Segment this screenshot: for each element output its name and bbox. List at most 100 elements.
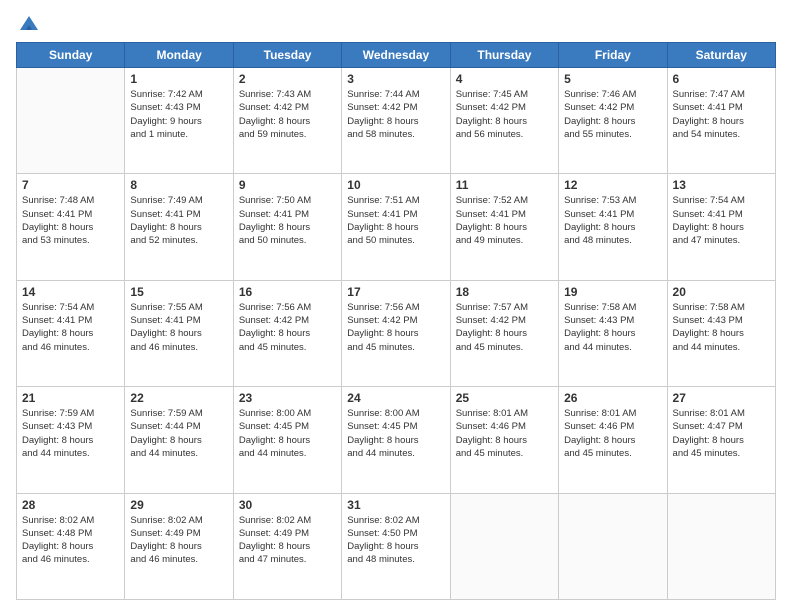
day-number: 21 bbox=[22, 391, 119, 405]
day-info: Sunrise: 8:00 AM Sunset: 4:45 PM Dayligh… bbox=[347, 407, 444, 460]
day-number: 2 bbox=[239, 72, 336, 86]
calendar-cell: 21 Sunrise: 7:59 AM Sunset: 4:43 PM Dayli… bbox=[17, 387, 125, 493]
calendar-table: SundayMondayTuesdayWednesdayThursdayFrid… bbox=[16, 42, 776, 600]
calendar-cell: 23 Sunrise: 8:00 AM Sunset: 4:45 PM Dayli… bbox=[233, 387, 341, 493]
day-info: Sunrise: 7:58 AM Sunset: 4:43 PM Dayligh… bbox=[564, 301, 661, 354]
day-number: 8 bbox=[130, 178, 227, 192]
day-number: 16 bbox=[239, 285, 336, 299]
calendar-week-4: 28 Sunrise: 8:02 AM Sunset: 4:48 PM Dayli… bbox=[17, 493, 776, 599]
calendar-cell: 1 Sunrise: 7:42 AM Sunset: 4:43 PM Daylig… bbox=[125, 68, 233, 174]
day-info: Sunrise: 8:02 AM Sunset: 4:49 PM Dayligh… bbox=[130, 514, 227, 567]
day-number: 25 bbox=[456, 391, 553, 405]
calendar-cell bbox=[17, 68, 125, 174]
day-header-friday: Friday bbox=[559, 43, 667, 68]
calendar-cell: 3Sunrise: 7:44 AM Sunset: 4:42 PM Daylig… bbox=[342, 68, 450, 174]
day-info: Sunrise: 7:51 AM Sunset: 4:41 PM Dayligh… bbox=[347, 194, 444, 247]
day-info: Sunrise: 7:44 AM Sunset: 4:42 PM Dayligh… bbox=[347, 88, 444, 141]
day-info: Sunrise: 7:47 AM Sunset: 4:41 PM Dayligh… bbox=[673, 88, 770, 141]
day-info: Sunrise: 8:01 AM Sunset: 4:46 PM Dayligh… bbox=[564, 407, 661, 460]
day-number: 22 bbox=[130, 391, 227, 405]
day-info: Sunrise: 8:02 AM Sunset: 4:48 PM Dayligh… bbox=[22, 514, 119, 567]
day-info: Sunrise: 7:59 AM Sunset: 4:43 PM Dayligh… bbox=[22, 407, 119, 460]
day-number: 11 bbox=[456, 178, 553, 192]
day-header-sunday: Sunday bbox=[17, 43, 125, 68]
calendar-cell bbox=[450, 493, 558, 599]
day-number: 28 bbox=[22, 498, 119, 512]
day-info: Sunrise: 7:59 AM Sunset: 4:44 PM Dayligh… bbox=[130, 407, 227, 460]
calendar-cell bbox=[667, 493, 775, 599]
day-info: Sunrise: 8:02 AM Sunset: 4:49 PM Dayligh… bbox=[239, 514, 336, 567]
day-info: Sunrise: 7:56 AM Sunset: 4:42 PM Dayligh… bbox=[239, 301, 336, 354]
day-info: Sunrise: 7:42 AM Sunset: 4:43 PM Dayligh… bbox=[130, 88, 227, 141]
day-info: Sunrise: 8:02 AM Sunset: 4:50 PM Dayligh… bbox=[347, 514, 444, 567]
day-info: Sunrise: 7:45 AM Sunset: 4:42 PM Dayligh… bbox=[456, 88, 553, 141]
calendar-week-3: 21 Sunrise: 7:59 AM Sunset: 4:43 PM Dayli… bbox=[17, 387, 776, 493]
calendar-cell: 4 Sunrise: 7:45 AM Sunset: 4:42 PM Daylig… bbox=[450, 68, 558, 174]
calendar-cell: 20Sunrise: 7:58 AM Sunset: 4:43 PM Dayli… bbox=[667, 280, 775, 386]
day-number: 17 bbox=[347, 285, 444, 299]
day-number: 5 bbox=[564, 72, 661, 86]
calendar-week-1: 7Sunrise: 7:48 AM Sunset: 4:41 PM Daylig… bbox=[17, 174, 776, 280]
calendar-header-row: SundayMondayTuesdayWednesdayThursdayFrid… bbox=[17, 43, 776, 68]
day-header-tuesday: Tuesday bbox=[233, 43, 341, 68]
day-number: 4 bbox=[456, 72, 553, 86]
day-info: Sunrise: 7:55 AM Sunset: 4:41 PM Dayligh… bbox=[130, 301, 227, 354]
day-info: Sunrise: 7:46 AM Sunset: 4:42 PM Dayligh… bbox=[564, 88, 661, 141]
calendar-week-2: 14Sunrise: 7:54 AM Sunset: 4:41 PM Dayli… bbox=[17, 280, 776, 386]
day-info: Sunrise: 8:01 AM Sunset: 4:46 PM Dayligh… bbox=[456, 407, 553, 460]
day-info: Sunrise: 7:50 AM Sunset: 4:41 PM Dayligh… bbox=[239, 194, 336, 247]
day-info: Sunrise: 7:52 AM Sunset: 4:41 PM Dayligh… bbox=[456, 194, 553, 247]
day-header-wednesday: Wednesday bbox=[342, 43, 450, 68]
day-number: 14 bbox=[22, 285, 119, 299]
day-number: 13 bbox=[673, 178, 770, 192]
day-header-thursday: Thursday bbox=[450, 43, 558, 68]
logo bbox=[16, 12, 40, 34]
day-info: Sunrise: 8:00 AM Sunset: 4:45 PM Dayligh… bbox=[239, 407, 336, 460]
day-number: 27 bbox=[673, 391, 770, 405]
day-number: 9 bbox=[239, 178, 336, 192]
calendar-cell: 11 Sunrise: 7:52 AM Sunset: 4:41 PM Dayli… bbox=[450, 174, 558, 280]
day-number: 31 bbox=[347, 498, 444, 512]
calendar-cell bbox=[559, 493, 667, 599]
day-info: Sunrise: 7:49 AM Sunset: 4:41 PM Dayligh… bbox=[130, 194, 227, 247]
day-number: 23 bbox=[239, 391, 336, 405]
calendar-cell: 30 Sunrise: 8:02 AM Sunset: 4:49 PM Dayli… bbox=[233, 493, 341, 599]
calendar-cell: 17 Sunrise: 7:56 AM Sunset: 4:42 PM Dayli… bbox=[342, 280, 450, 386]
calendar-week-0: 1 Sunrise: 7:42 AM Sunset: 4:43 PM Daylig… bbox=[17, 68, 776, 174]
header bbox=[16, 12, 776, 34]
day-number: 24 bbox=[347, 391, 444, 405]
day-number: 18 bbox=[456, 285, 553, 299]
calendar-cell: 8 Sunrise: 7:49 AM Sunset: 4:41 PM Daylig… bbox=[125, 174, 233, 280]
calendar-cell: 16 Sunrise: 7:56 AM Sunset: 4:42 PM Dayli… bbox=[233, 280, 341, 386]
calendar-cell: 7Sunrise: 7:48 AM Sunset: 4:41 PM Daylig… bbox=[17, 174, 125, 280]
calendar-cell: 29 Sunrise: 8:02 AM Sunset: 4:49 PM Dayli… bbox=[125, 493, 233, 599]
day-info: Sunrise: 7:58 AM Sunset: 4:43 PM Dayligh… bbox=[673, 301, 770, 354]
calendar-cell: 10 Sunrise: 7:51 AM Sunset: 4:41 PM Dayli… bbox=[342, 174, 450, 280]
calendar-cell: 26 Sunrise: 8:01 AM Sunset: 4:46 PM Dayli… bbox=[559, 387, 667, 493]
day-info: Sunrise: 8:01 AM Sunset: 4:47 PM Dayligh… bbox=[673, 407, 770, 460]
day-info: Sunrise: 7:43 AM Sunset: 4:42 PM Dayligh… bbox=[239, 88, 336, 141]
day-number: 1 bbox=[130, 72, 227, 86]
day-info: Sunrise: 7:56 AM Sunset: 4:42 PM Dayligh… bbox=[347, 301, 444, 354]
day-info: Sunrise: 7:53 AM Sunset: 4:41 PM Dayligh… bbox=[564, 194, 661, 247]
day-number: 30 bbox=[239, 498, 336, 512]
calendar-cell: 15 Sunrise: 7:55 AM Sunset: 4:41 PM Dayli… bbox=[125, 280, 233, 386]
day-number: 6 bbox=[673, 72, 770, 86]
day-number: 10 bbox=[347, 178, 444, 192]
calendar-cell: 19 Sunrise: 7:58 AM Sunset: 4:43 PM Dayli… bbox=[559, 280, 667, 386]
day-info: Sunrise: 7:48 AM Sunset: 4:41 PM Dayligh… bbox=[22, 194, 119, 247]
day-number: 26 bbox=[564, 391, 661, 405]
calendar-cell: 5 Sunrise: 7:46 AM Sunset: 4:42 PM Daylig… bbox=[559, 68, 667, 174]
day-number: 12 bbox=[564, 178, 661, 192]
calendar-cell: 6 Sunrise: 7:47 AM Sunset: 4:41 PM Daylig… bbox=[667, 68, 775, 174]
calendar-cell: 27 Sunrise: 8:01 AM Sunset: 4:47 PM Dayli… bbox=[667, 387, 775, 493]
day-number: 19 bbox=[564, 285, 661, 299]
calendar-cell: 9 Sunrise: 7:50 AM Sunset: 4:41 PM Daylig… bbox=[233, 174, 341, 280]
calendar-cell: 14Sunrise: 7:54 AM Sunset: 4:41 PM Dayli… bbox=[17, 280, 125, 386]
day-info: Sunrise: 7:54 AM Sunset: 4:41 PM Dayligh… bbox=[673, 194, 770, 247]
calendar-cell: 18Sunrise: 7:57 AM Sunset: 4:42 PM Dayli… bbox=[450, 280, 558, 386]
calendar-cell: 28 Sunrise: 8:02 AM Sunset: 4:48 PM Dayli… bbox=[17, 493, 125, 599]
day-number: 15 bbox=[130, 285, 227, 299]
day-number: 29 bbox=[130, 498, 227, 512]
calendar-cell: 22 Sunrise: 7:59 AM Sunset: 4:44 PM Dayli… bbox=[125, 387, 233, 493]
